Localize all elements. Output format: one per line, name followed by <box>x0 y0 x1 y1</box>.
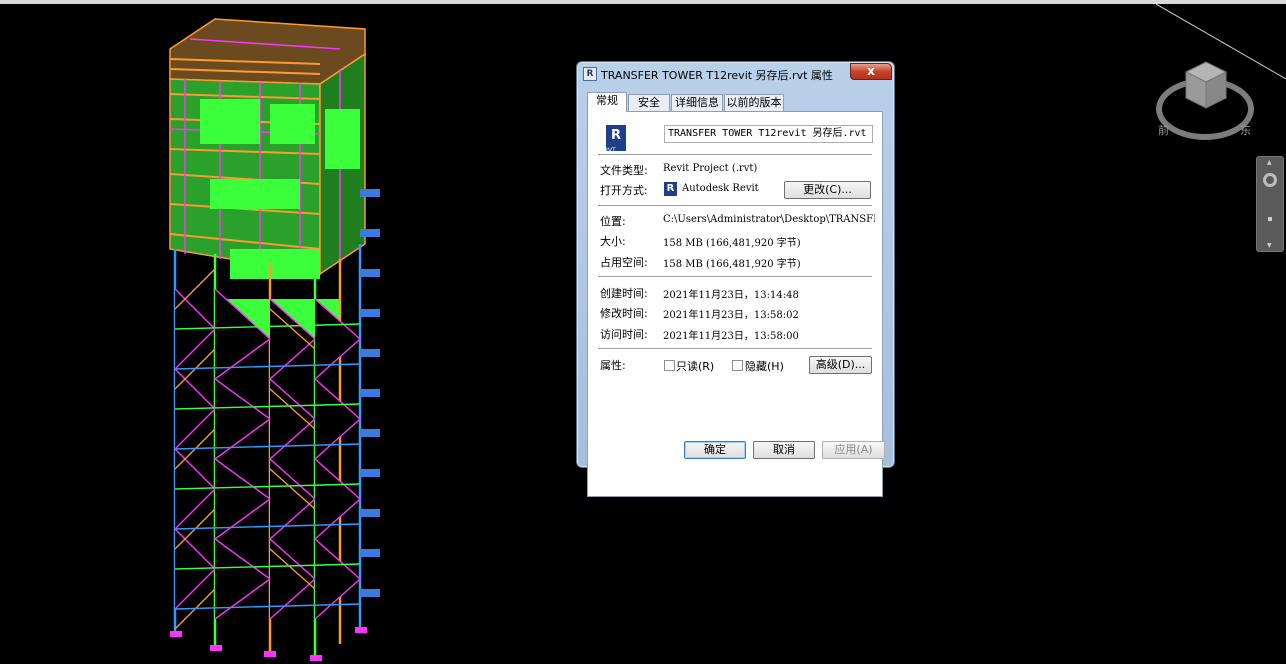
attributes-label: 属性: <box>600 359 626 372</box>
rvt-file-icon: R <box>583 67 597 81</box>
tab-details[interactable]: 详细信息 <box>671 94 723 111</box>
file-type-value: Revit Project (.rvt) <box>663 163 758 174</box>
tab-security[interactable]: 安全 <box>628 94 670 111</box>
autodesk-revit-icon: R <box>664 182 677 196</box>
viewcube-front-label[interactable]: 前 <box>1158 122 1169 138</box>
size-label: 大小: <box>600 235 626 248</box>
svg-text:R: R <box>611 128 621 143</box>
viewcube[interactable]: 前 东 <box>1150 44 1260 144</box>
steering-wheel-icon[interactable] <box>1263 173 1277 187</box>
separator <box>598 276 872 277</box>
location-value: C:\Users\Administrator\Desktop\TRANSFER … <box>663 214 875 225</box>
tab-previous-versions[interactable]: 以前的版本 <box>724 94 784 111</box>
tower-stair <box>360 189 380 597</box>
pan-icon[interactable] <box>1268 217 1272 221</box>
hidden-label[interactable]: 隐藏(H) <box>745 358 784 374</box>
close-button[interactable]: x <box>850 63 892 80</box>
accessed-label: 访问时间: <box>600 328 648 341</box>
tower-head <box>169 18 366 339</box>
modified-value: 2021年11月23日，13:58:02 <box>663 310 799 321</box>
viewcube-east-label[interactable]: 东 <box>1240 122 1251 138</box>
file-properties-dialog[interactable]: R TRANSFER TOWER T12revit 另存后.rvt 属性 x 常… <box>576 61 895 497</box>
transfer-tower-model[interactable] <box>160 9 390 664</box>
size-on-disk-label: 占用空间: <box>600 256 648 269</box>
separator <box>598 205 872 206</box>
file-icon-caption: RVT <box>604 147 616 154</box>
viewcube-cube[interactable] <box>1182 58 1228 110</box>
tower-base <box>170 627 367 661</box>
readonly-checkbox[interactable] <box>664 360 675 371</box>
readonly-label[interactable]: 只读(R) <box>676 358 714 374</box>
dialog-title: TRANSFER TOWER T12revit 另存后.rvt 属性 <box>601 69 833 82</box>
tab-general[interactable]: 常规 <box>587 92 627 112</box>
location-label: 位置: <box>600 215 626 228</box>
change-app-button[interactable]: 更改(C)... <box>784 181 871 199</box>
nav-arrow-up-icon[interactable]: ▲ <box>1267 160 1272 166</box>
created-value: 2021年11月23日，13:14:48 <box>663 290 799 301</box>
advanced-button[interactable]: 高级(D)... <box>809 356 872 374</box>
opens-with-label: 打开方式: <box>600 184 648 197</box>
filename-field[interactable]: TRANSFER TOWER T12revit 另存后.rvt <box>664 125 873 143</box>
cancel-button[interactable]: 取消 <box>753 441 815 459</box>
general-tab-panel: R RVT TRANSFER TOWER T12revit 另存后.rvt 文件… <box>587 111 883 497</box>
accessed-value: 2021年11月23日，13:58:00 <box>663 331 799 342</box>
ok-button[interactable]: 确定 <box>684 441 746 459</box>
apply-button[interactable]: 应用(A) <box>822 441 885 459</box>
file-type-label: 文件类型: <box>600 164 648 177</box>
hidden-checkbox[interactable] <box>732 360 743 371</box>
dialog-titlebar[interactable]: R TRANSFER TOWER T12revit 另存后.rvt 属性 x <box>577 62 894 86</box>
nav-arrow-down-icon[interactable]: ▼ <box>1267 243 1272 249</box>
size-on-disk-value: 158 MB (166,481,920 字节) <box>663 259 801 270</box>
modified-label: 修改时间: <box>600 307 648 320</box>
separator <box>598 154 872 155</box>
size-value: 158 MB (166,481,920 字节) <box>663 238 801 249</box>
opens-with-value: Autodesk Revit <box>682 183 759 194</box>
navigation-bar[interactable]: ▲ ▼ <box>1256 156 1284 252</box>
separator <box>598 348 872 349</box>
created-label: 创建时间: <box>600 287 648 300</box>
